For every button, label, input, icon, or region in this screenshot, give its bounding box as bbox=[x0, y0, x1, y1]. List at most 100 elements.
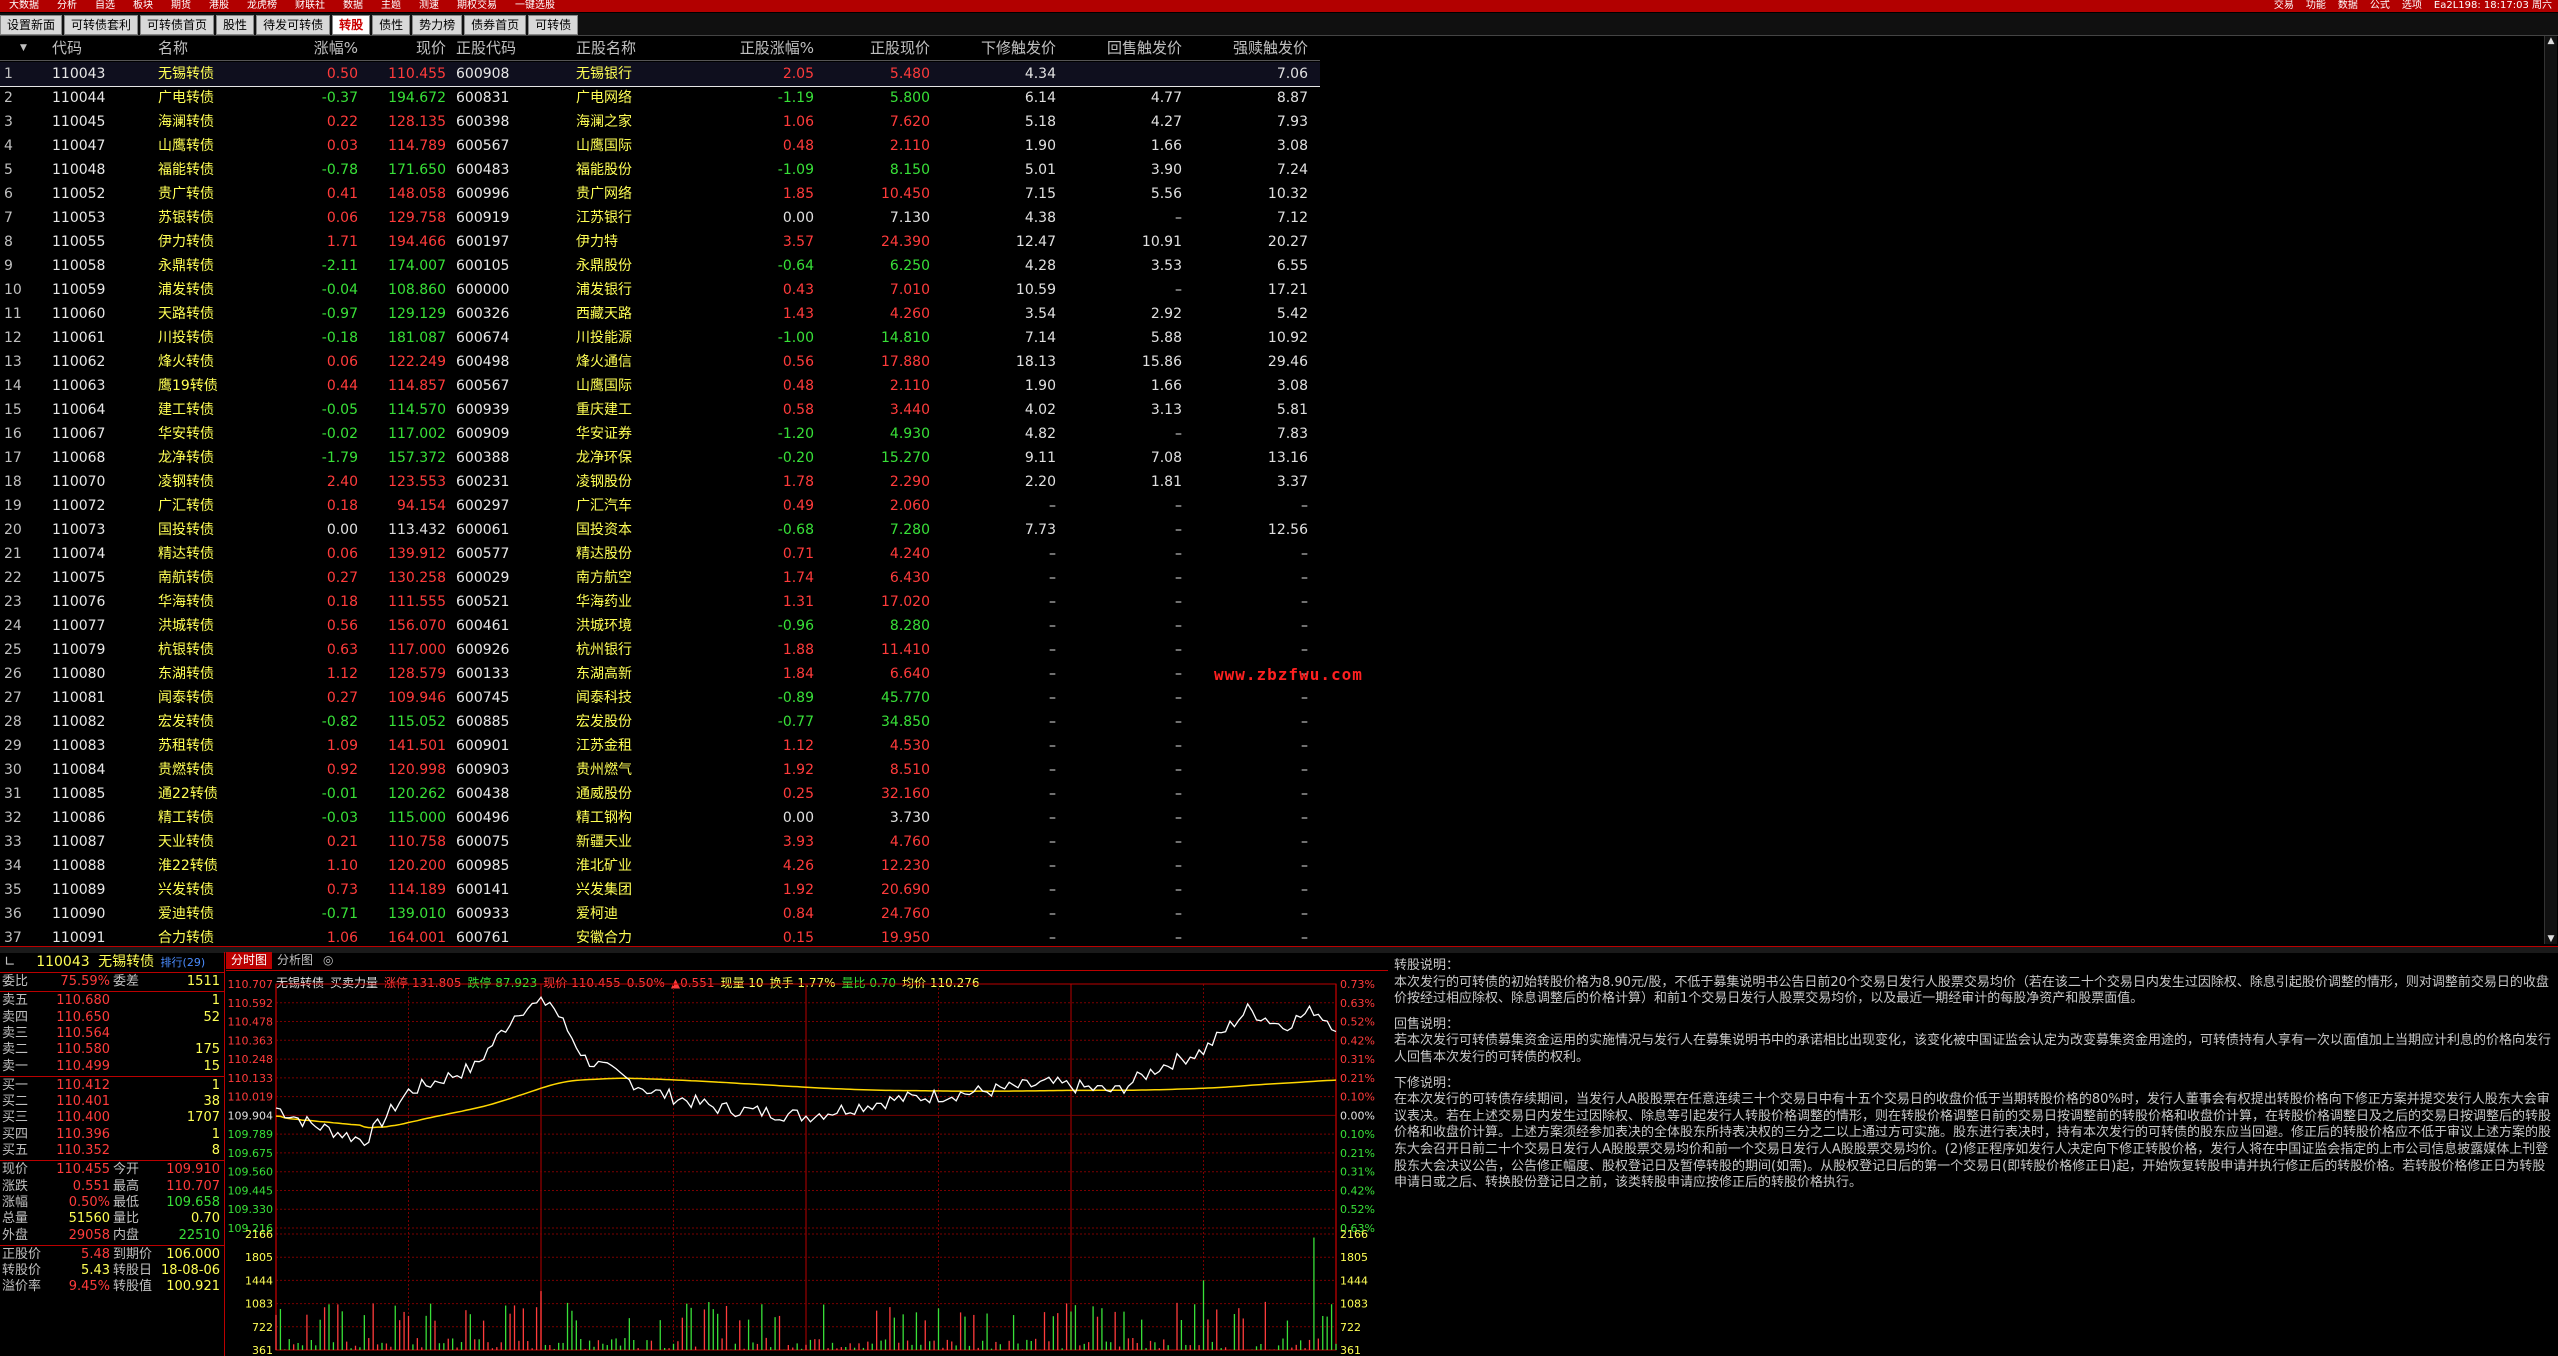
table-row[interactable]: 29 110083 苏租转债 1.09 141.501 600901 江苏金租 1.12 4.5… bbox=[0, 734, 1320, 758]
top-menu-item[interactable]: 一键选股 bbox=[506, 0, 564, 12]
table-cell: – bbox=[1175, 498, 1182, 514]
table-row[interactable]: 26 110080 东湖转债 1.12 128.579 600133 东湖高新 1.84 6.6… bbox=[0, 662, 1320, 686]
column-header[interactable]: 代码 bbox=[52, 36, 122, 60]
clause-title: 回售说明： bbox=[1394, 1016, 1460, 1032]
table-cell: -0.96 bbox=[777, 618, 814, 634]
top-menu-item[interactable]: 分析 bbox=[48, 0, 86, 12]
table-row[interactable]: 22 110075 南航转债 0.27 130.258 600029 南方航空 1.74 6.4… bbox=[0, 566, 1320, 590]
sort-indicator-icon[interactable]: ▼ bbox=[20, 36, 27, 60]
top-menu-item[interactable]: 期权交易 bbox=[448, 0, 506, 12]
table-cell: 36 bbox=[4, 906, 22, 922]
table-cell: 精达股份 bbox=[576, 546, 632, 562]
top-menu-item[interactable]: 主题 bbox=[372, 0, 410, 12]
table-row[interactable]: 12 110061 川投转债 -0.18 181.087 600674 川投能源 -1.00 1… bbox=[0, 326, 1320, 350]
table-row[interactable]: 10 110059 浦发转债 -0.04 108.860 600000 浦发银行 0.43 7.… bbox=[0, 278, 1320, 302]
tab-3[interactable]: 股性 bbox=[216, 15, 255, 35]
table-row[interactable]: 11 110060 天路转债 -0.97 129.129 600326 西藏天路 1.43 4.… bbox=[0, 302, 1320, 326]
table-row[interactable]: 21 110074 精达转债 0.06 139.912 600577 精达股份 0.71 4.2… bbox=[0, 542, 1320, 566]
rank-badge[interactable]: 排行(29) bbox=[161, 956, 206, 969]
table-cell: 8.510 bbox=[889, 762, 930, 778]
table-row[interactable]: 34 110088 淮22转债 1.10 120.200 600985 淮北矿业 4.26 12… bbox=[0, 854, 1320, 878]
column-header[interactable]: 正股涨幅% bbox=[730, 36, 814, 60]
table-row[interactable]: 14 110063 鹰19转债 0.44 114.857 600567 山鹰国际 0.48 2.… bbox=[0, 374, 1320, 398]
column-header[interactable]: 正股代码 bbox=[456, 36, 516, 60]
table-row[interactable]: 5 110048 福能转债 -0.78 171.650 600483 福能股份 -1.09 8.… bbox=[0, 158, 1320, 182]
table-row[interactable]: 1 110043 无锡转债 0.50 110.455 600908 无锡银行 2.05 5.48… bbox=[0, 62, 1320, 87]
tab-7[interactable]: 势力榜 bbox=[412, 15, 463, 35]
table-row[interactable]: 8 110055 伊力转债 1.71 194.466 600197 伊力特 3.57 24.39… bbox=[0, 230, 1320, 254]
table-cell: 10.450 bbox=[881, 186, 930, 202]
top-menu-item[interactable]: 财联社 bbox=[286, 0, 334, 12]
bond-clauses-description: 转股说明： 本次发行的可转债的初始转股价格为8.90元/股，不低于募集说明书公告日… bbox=[1394, 958, 2554, 1354]
table-row[interactable]: 19 110072 广汇转债 0.18 94.154 600297 广汇汽车 0.49 2.06… bbox=[0, 494, 1320, 518]
table-row[interactable]: 4 110047 山鹰转债 0.03 114.789 600567 山鹰国际 0.48 2.11… bbox=[0, 134, 1320, 158]
table-row[interactable]: 20 110073 国投转债 0.00 113.432 600061 国投资本 -0.68 7.… bbox=[0, 518, 1320, 542]
top-right-item[interactable]: 交易 bbox=[2268, 0, 2300, 11]
table-row[interactable]: 2 110044 广电转债 -0.37 194.672 600831 广电网络 -1.19 5.… bbox=[0, 86, 1320, 110]
quote-amount: 22510 bbox=[178, 1227, 220, 1243]
table-row[interactable]: 35 110089 兴发转债 0.73 114.189 600141 兴发集团 1.92 20.… bbox=[0, 878, 1320, 902]
top-menu-item[interactable]: 龙虎榜 bbox=[238, 0, 286, 12]
table-row[interactable]: 28 110082 宏发转债 -0.82 115.052 600885 宏发股份 -0.77 3… bbox=[0, 710, 1320, 734]
table-row[interactable]: 33 110087 天业转债 0.21 110.758 600075 新疆天业 3.93 4.7… bbox=[0, 830, 1320, 854]
table-cell: 115.000 bbox=[388, 810, 446, 826]
quote-row: 买三 110.400 1707 bbox=[0, 1110, 224, 1126]
top-right-item[interactable]: 选项 bbox=[2396, 0, 2428, 11]
top-menu-item[interactable]: 自选 bbox=[86, 0, 124, 12]
table-row[interactable]: 17 110068 龙净转债 -1.79 157.372 600388 龙净环保 -0.20 1… bbox=[0, 446, 1320, 470]
volume-axis-label: 1444 bbox=[1340, 1274, 1368, 1287]
top-menu-item[interactable]: 港股 bbox=[200, 0, 238, 12]
tab-5[interactable]: 转股 bbox=[332, 15, 371, 35]
chart-tab-1[interactable]: 分析图 bbox=[272, 952, 318, 969]
column-header[interactable]: 回售触发价 bbox=[1084, 36, 1182, 60]
top-right-item[interactable]: 公式 bbox=[2364, 0, 2396, 11]
scroll-down-icon[interactable]: ▼ bbox=[2545, 934, 2557, 944]
tab-2[interactable]: 可转债首页 bbox=[140, 15, 215, 35]
top-menu-item[interactable]: 大数据 bbox=[0, 0, 48, 12]
top-menu-item[interactable]: 测速 bbox=[410, 0, 448, 12]
table-row[interactable]: 25 110079 杭银转债 0.63 117.000 600926 杭州银行 1.88 11.… bbox=[0, 638, 1320, 662]
tab-9[interactable]: 可转债 bbox=[528, 15, 579, 35]
tab-4[interactable]: 待发可转债 bbox=[256, 15, 331, 35]
table-cell: 600939 bbox=[456, 402, 510, 418]
column-header[interactable]: 正股现价 bbox=[850, 36, 930, 60]
tab-0[interactable]: 设置新面 bbox=[0, 15, 63, 35]
tab-6[interactable]: 债性 bbox=[372, 15, 411, 35]
scroll-up-icon[interactable]: ▲ bbox=[2545, 36, 2557, 46]
table-row[interactable]: 32 110086 精工转债 -0.03 115.000 600496 精工钢构 0.00 3.… bbox=[0, 806, 1320, 830]
intraday-chart[interactable]: 110.707 110.592 110.478 110.363 110.248 110.1… bbox=[226, 972, 1388, 1356]
top-right-item[interactable]: Ea2L198: 18:17:03 周六 bbox=[2428, 0, 2558, 11]
table-row[interactable]: 15 110064 建工转债 -0.05 114.570 600939 重庆建工 0.58 3.… bbox=[0, 398, 1320, 422]
column-header[interactable]: 名称 bbox=[158, 36, 258, 60]
chart-tab-2[interactable]: ◎ bbox=[318, 952, 338, 969]
table-row[interactable]: 36 110090 爱迪转债 -0.71 139.010 600933 爱柯迪 0.84 24.… bbox=[0, 902, 1320, 926]
table-row[interactable]: 9 110058 永鼎转债 -2.11 174.007 600105 永鼎股份 -0.64 6.… bbox=[0, 254, 1320, 278]
top-menu-item[interactable]: 期货 bbox=[162, 0, 200, 12]
table-row[interactable]: 6 110052 贵广转债 0.41 148.058 600996 贵广网络 1.85 10.4… bbox=[0, 182, 1320, 206]
table-row[interactable]: 18 110070 凌钢转债 2.40 123.553 600231 凌钢股份 1.78 2.2… bbox=[0, 470, 1320, 494]
chart-tab-0[interactable]: 分时图 bbox=[226, 952, 273, 969]
collapse-icon[interactable]: ∟ bbox=[0, 954, 16, 970]
top-menu-item[interactable]: 板块 bbox=[124, 0, 162, 12]
table-row[interactable]: 7 110053 苏银转债 0.06 129.758 600919 江苏银行 0.00 7.13… bbox=[0, 206, 1320, 230]
table-row[interactable]: 24 110077 洪城转债 0.56 156.070 600461 洪城环境 -0.96 8.… bbox=[0, 614, 1320, 638]
top-menu-item[interactable]: 数据 bbox=[334, 0, 372, 12]
column-header[interactable]: 强赎触发价 bbox=[1210, 36, 1308, 60]
table-cell: 171.650 bbox=[388, 162, 446, 178]
column-header[interactable]: 正股名称 bbox=[576, 36, 676, 60]
top-right-item[interactable]: 数据 bbox=[2332, 0, 2364, 11]
column-header[interactable]: 现价 bbox=[378, 36, 446, 60]
table-row[interactable]: 31 110085 通22转债 -0.01 120.262 600438 通威股份 0.25 3… bbox=[0, 782, 1320, 806]
table-row[interactable]: 13 110062 烽火转债 0.06 122.249 600498 烽火通信 0.56 17.… bbox=[0, 350, 1320, 374]
tab-1[interactable]: 可转债套利 bbox=[64, 15, 139, 35]
top-right-item[interactable]: 功能 bbox=[2300, 0, 2332, 11]
table-row[interactable]: 23 110076 华海转债 0.18 111.555 600521 华海药业 1.31 17.… bbox=[0, 590, 1320, 614]
table-row[interactable]: 30 110084 贵燃转债 0.92 120.998 600903 贵州燃气 1.92 8.5… bbox=[0, 758, 1320, 782]
table-scrollbar[interactable]: ▲ ▼ bbox=[2544, 36, 2557, 944]
column-header[interactable]: 涨幅% bbox=[300, 36, 358, 60]
table-row[interactable]: 3 110045 海澜转债 0.22 128.135 600398 海澜之家 1.06 7.62… bbox=[0, 110, 1320, 134]
column-header[interactable]: 下修触发价 bbox=[960, 36, 1056, 60]
tab-8[interactable]: 债券首页 bbox=[464, 15, 527, 35]
table-row[interactable]: 27 110081 闻泰转债 0.27 109.946 600745 闻泰科技 -0.89 45… bbox=[0, 686, 1320, 710]
table-row[interactable]: 16 110067 华安转债 -0.02 117.002 600909 华安证券 -1.20 4… bbox=[0, 422, 1320, 446]
